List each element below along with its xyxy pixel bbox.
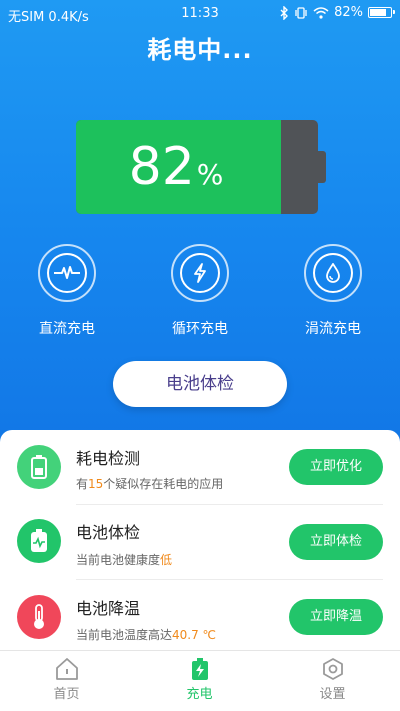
status-battery-icon: [368, 7, 395, 18]
page-title: 耗电中...: [147, 36, 253, 64]
tab-label: 设置: [319, 687, 346, 702]
feature-list-card: 耗电检测 有15个疑似存在耗电的应用 立即优化 电池体检 当前电池健康度低 立即…: [0, 430, 400, 650]
settings-icon: [322, 658, 343, 680]
list-item-title: 耗电检测: [76, 449, 141, 468]
battery-check-button[interactable]: 电池体检: [113, 361, 287, 407]
tab-charge[interactable]: 充电: [133, 657, 266, 702]
mode-trickle-charge[interactable]: 涓流充电: [273, 244, 393, 338]
tab-label: 充电: [186, 687, 213, 702]
vibrate-icon: [295, 6, 307, 19]
list-item-power-detect[interactable]: 耗电检测 有15个疑似存在耗电的应用 立即优化: [0, 430, 400, 505]
list-item-subtitle: 当前电池健康度低: [76, 553, 173, 567]
mode-label: 涓流充电: [305, 321, 361, 337]
home-icon: [55, 658, 78, 680]
bottom-tab-bar: 首页 充电 设置: [0, 650, 400, 711]
list-item-title: 电池体检: [76, 523, 141, 542]
charge-icon: [191, 658, 208, 680]
battery-level-text: 82 %: [76, 120, 276, 214]
optimize-button[interactable]: 立即优化: [289, 449, 383, 485]
battery-level-value: 82: [128, 137, 195, 197]
tab-settings[interactable]: 设置: [266, 657, 399, 702]
mode-direct-charge[interactable]: 直流充电: [7, 244, 127, 338]
list-item-battery-cool[interactable]: 电池降温 当前电池温度高达40.7 ℃ 立即降温: [0, 580, 400, 655]
list-item-subtitle: 有15个疑似存在耗电的应用: [76, 477, 224, 491]
bluetooth-icon: [280, 5, 289, 20]
cool-down-button[interactable]: 立即降温: [289, 599, 383, 635]
mode-cycle-charge[interactable]: 循环充电: [140, 244, 260, 338]
status-bar: 无SIM 0.4K/s 11:33 82%: [0, 0, 400, 28]
list-item-subtitle: 当前电池温度高达40.7 ℃: [76, 628, 217, 642]
thermometer-icon: [17, 595, 61, 639]
battery-health-icon: [17, 519, 61, 563]
battery-level-unit: %: [196, 157, 224, 191]
battery-tip: [318, 151, 326, 183]
mode-label: 直流充电: [39, 321, 95, 337]
tab-home[interactable]: 首页: [0, 657, 133, 702]
status-battery-text: 82%: [334, 5, 363, 20]
battery-icon: [17, 445, 61, 489]
droplet-icon: [326, 263, 340, 283]
pulse-icon: [54, 266, 80, 279]
check-now-button[interactable]: 立即体检: [289, 524, 383, 560]
list-item-title: 电池降温: [76, 599, 141, 618]
mode-label: 循环充电: [172, 321, 228, 337]
lightning-icon: [194, 263, 206, 283]
tab-label: 首页: [53, 687, 80, 702]
list-item-battery-check[interactable]: 电池体检 当前电池健康度低 立即体检: [0, 505, 400, 580]
wifi-icon: [313, 7, 329, 19]
